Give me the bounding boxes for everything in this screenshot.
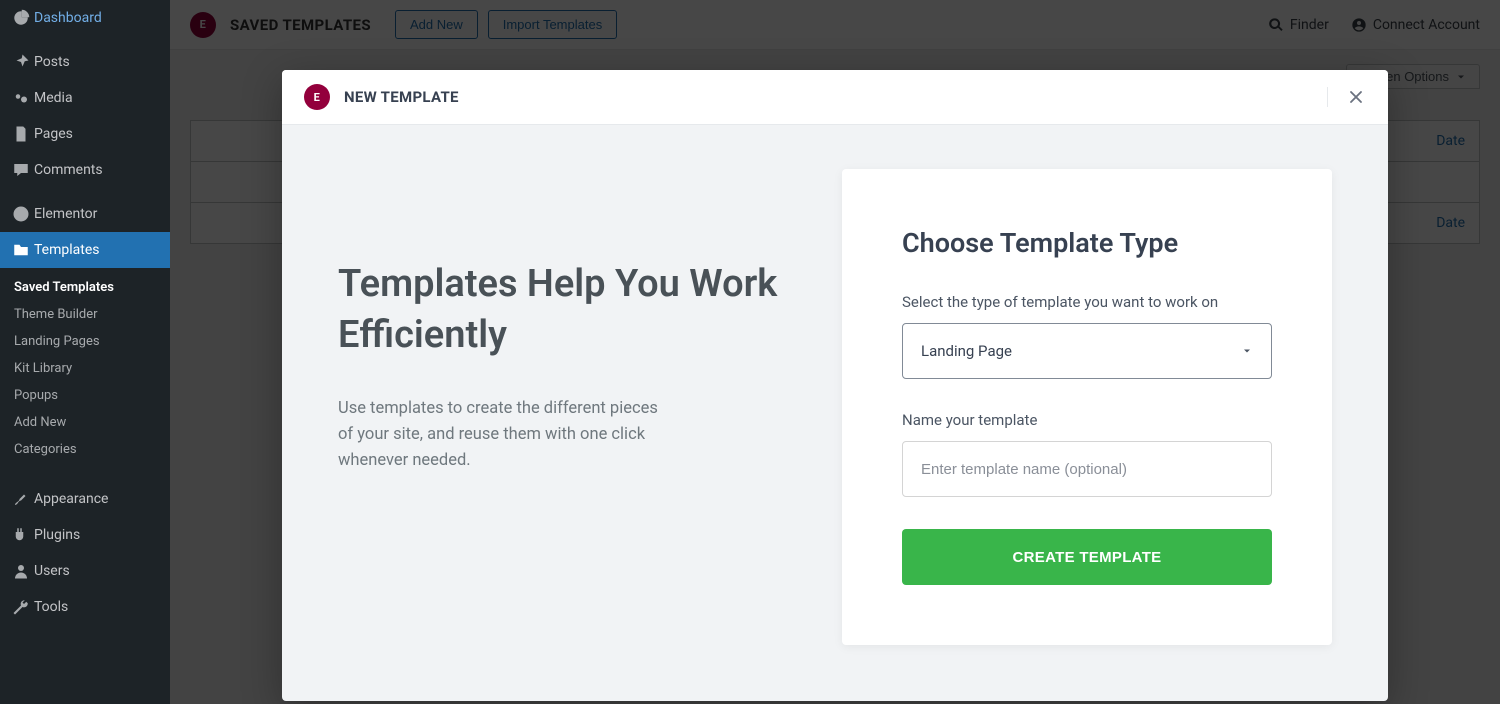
sidebar-item-label: Templates [34, 242, 100, 258]
sidebar-item-label: Plugins [34, 527, 80, 543]
wrench-icon [12, 598, 34, 616]
sidebar-item-label: Pages [34, 126, 73, 142]
sidebar-item-dashboard[interactable]: Dashboard [0, 0, 170, 36]
sidebar-item-elementor[interactable]: Elementor [0, 196, 170, 232]
sidebar-item-label: Media [34, 90, 73, 106]
sidebar-item-plugins[interactable]: Plugins [0, 517, 170, 553]
submenu-kit-library[interactable]: Kit Library [0, 355, 170, 382]
sidebar-item-tools[interactable]: Tools [0, 589, 170, 625]
submenu-categories[interactable]: Categories [0, 436, 170, 463]
create-template-button[interactable]: CREATE TEMPLATE [902, 529, 1272, 585]
template-type-label: Select the type of template you want to … [902, 293, 1272, 311]
plug-icon [12, 526, 34, 544]
sidebar-item-pages[interactable]: Pages [0, 116, 170, 152]
sidebar-item-label: Appearance [34, 491, 108, 507]
template-name-label: Name your template [902, 411, 1272, 429]
submenu-add-new[interactable]: Add New [0, 409, 170, 436]
folder-icon [12, 241, 34, 259]
sidebar-item-label: Posts [34, 54, 70, 70]
template-name-input[interactable] [902, 441, 1272, 497]
close-button[interactable] [1327, 87, 1366, 107]
sidebar-item-media[interactable]: Media [0, 80, 170, 116]
card-heading: Choose Template Type [902, 227, 1272, 259]
sidebar-item-users[interactable]: Users [0, 553, 170, 589]
admin-sidebar: Dashboard Posts Media Pages Comments Ele… [0, 0, 170, 704]
modal-left-copy: Use templates to create the different pi… [338, 396, 668, 475]
modal-overlay: E NEW TEMPLATE Templates Help You Work E… [170, 0, 1500, 704]
submenu-landing-pages[interactable]: Landing Pages [0, 328, 170, 355]
sidebar-item-posts[interactable]: Posts [0, 44, 170, 80]
modal-title: NEW TEMPLATE [344, 88, 459, 106]
elementor-logo-icon: E [304, 84, 330, 110]
elementor-icon [12, 205, 34, 223]
comment-icon [12, 161, 34, 179]
media-icon [12, 89, 34, 107]
sidebar-item-label: Comments [34, 162, 103, 178]
submenu-saved-templates[interactable]: Saved Templates [0, 274, 170, 301]
sidebar-item-label: Tools [34, 599, 68, 615]
pin-icon [12, 53, 34, 71]
new-template-modal: E NEW TEMPLATE Templates Help You Work E… [282, 70, 1388, 701]
sidebar-submenu: Saved Templates Theme Builder Landing Pa… [0, 268, 170, 473]
close-icon [1346, 87, 1366, 107]
modal-left-panel: Templates Help You Work Efficiently Use … [338, 169, 794, 645]
submenu-popups[interactable]: Popups [0, 382, 170, 409]
user-icon [12, 562, 34, 580]
gauge-icon [12, 9, 34, 27]
modal-header: E NEW TEMPLATE [282, 70, 1388, 125]
template-form-card: Choose Template Type Select the type of … [842, 169, 1332, 645]
sidebar-item-label: Users [34, 563, 70, 579]
sidebar-item-label: Dashboard [34, 10, 102, 26]
modal-left-heading: Templates Help You Work Efficiently [338, 259, 794, 362]
brush-icon [12, 490, 34, 508]
template-type-select[interactable]: Landing Page [902, 323, 1272, 379]
pages-icon [12, 125, 34, 143]
sidebar-item-templates[interactable]: Templates [0, 232, 170, 268]
sidebar-item-label: Elementor [34, 206, 97, 222]
chevron-down-icon [1241, 342, 1253, 361]
submenu-theme-builder[interactable]: Theme Builder [0, 301, 170, 328]
sidebar-item-comments[interactable]: Comments [0, 152, 170, 188]
sidebar-item-appearance[interactable]: Appearance [0, 481, 170, 517]
template-type-value: Landing Page [921, 342, 1012, 360]
